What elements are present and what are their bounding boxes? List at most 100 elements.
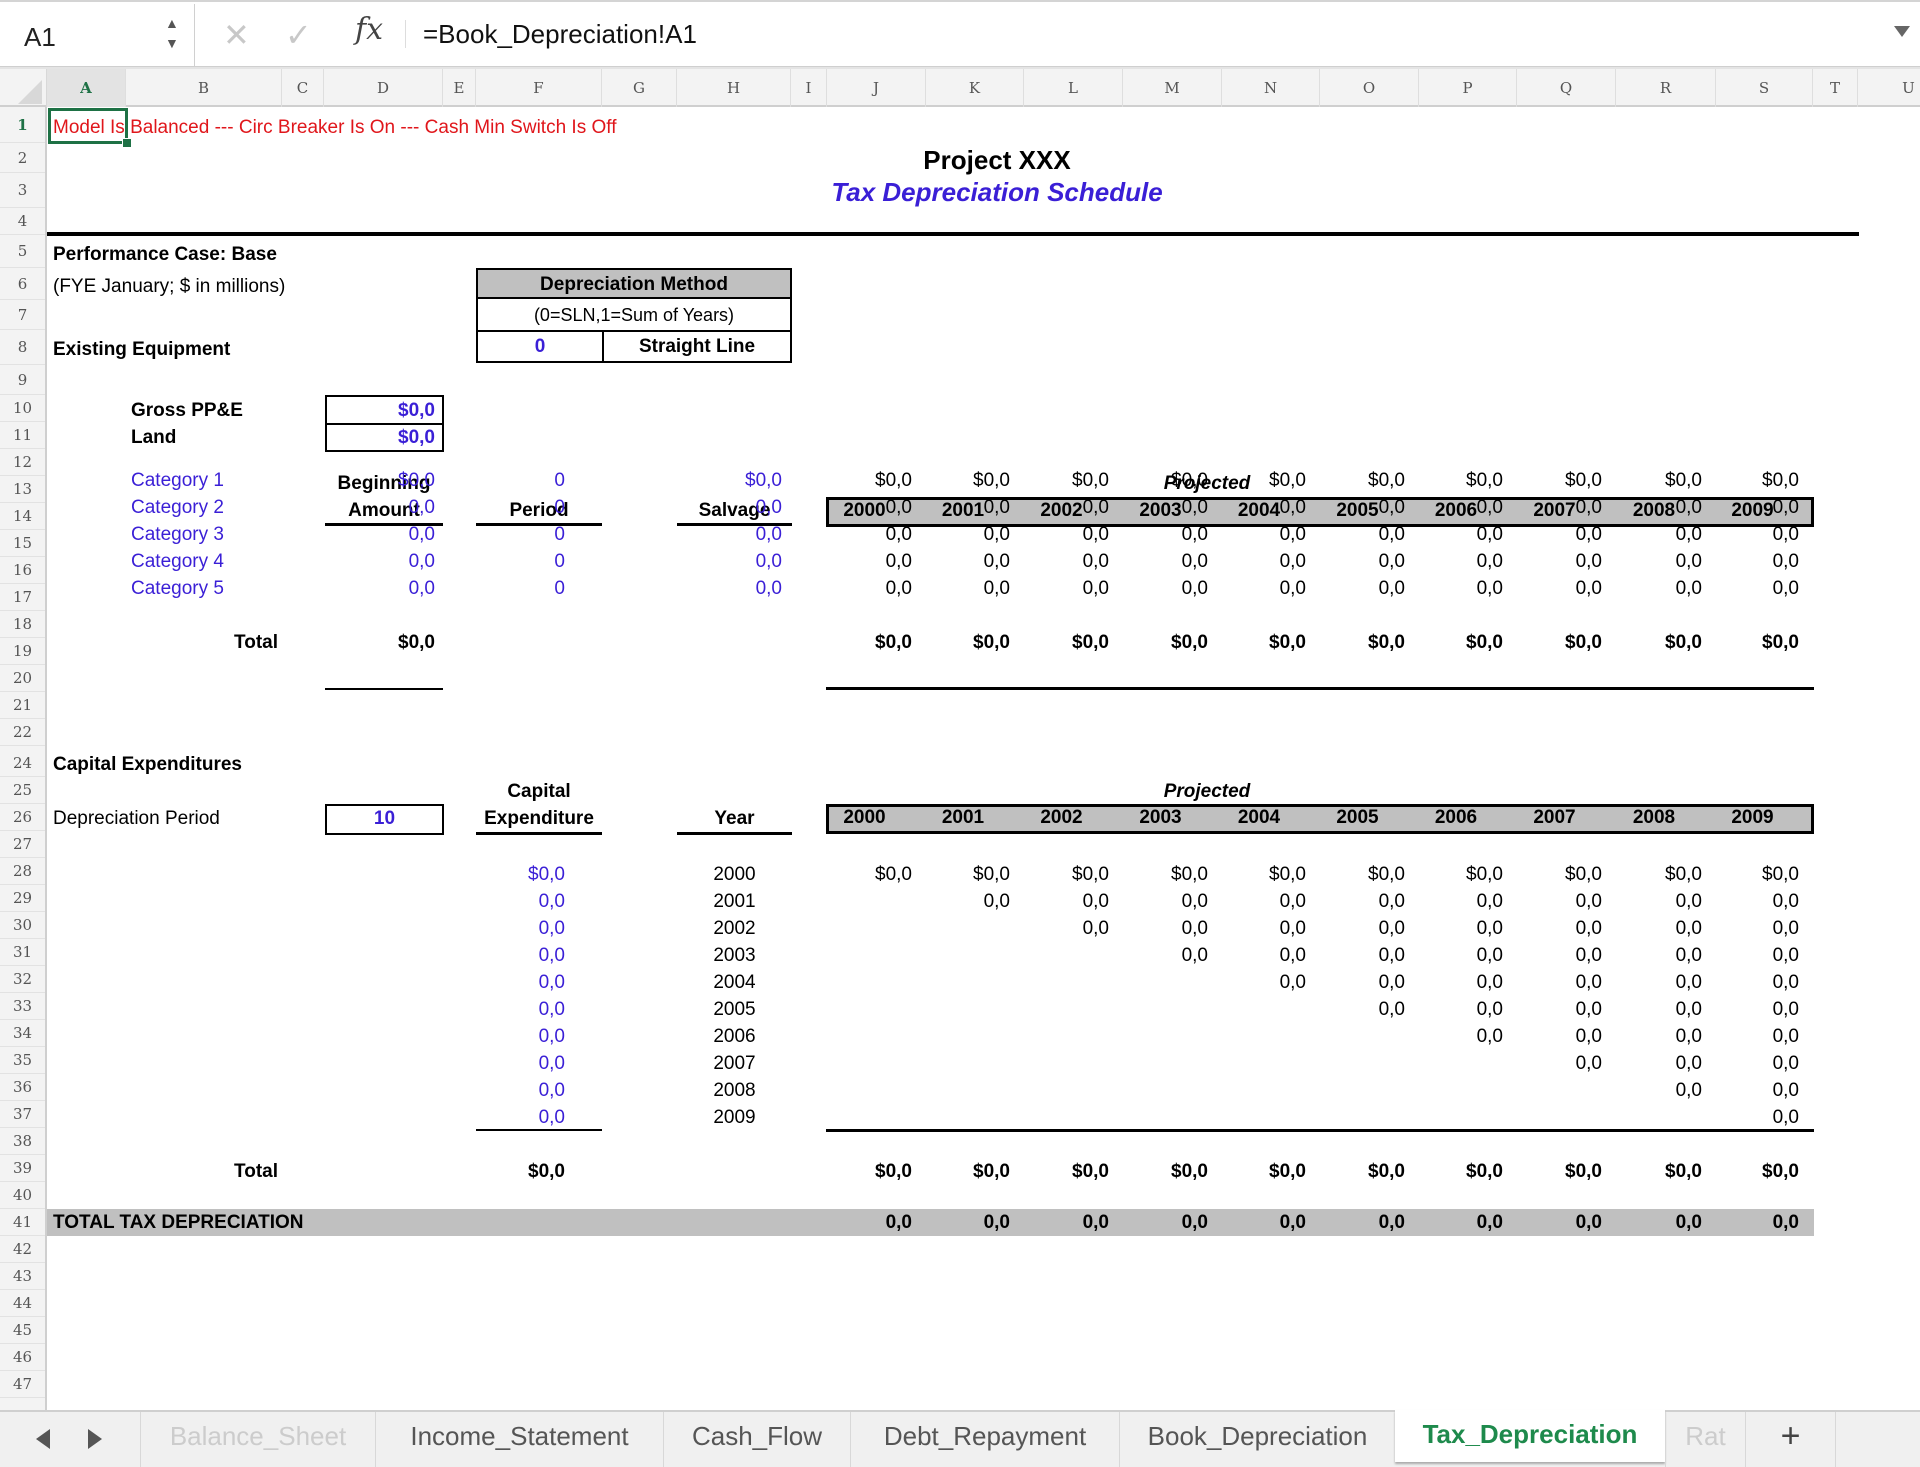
row-header-1[interactable]: 1 bbox=[0, 107, 45, 143]
period-input[interactable]: 0 bbox=[476, 551, 565, 573]
sheet-tab-tax-depreciation[interactable]: Tax_Depreciation bbox=[1395, 1410, 1665, 1462]
row-header-27[interactable]: 27 bbox=[0, 831, 45, 858]
column-header-f[interactable]: F bbox=[476, 69, 602, 107]
row-header-39[interactable]: 39 bbox=[0, 1155, 45, 1182]
row-header-29[interactable]: 29 bbox=[0, 885, 45, 912]
row-header-22[interactable]: 22 bbox=[0, 719, 45, 746]
row-header-42[interactable]: 42 bbox=[0, 1236, 45, 1263]
sheet-tab-debt-repayment[interactable]: Debt_Repayment bbox=[850, 1412, 1119, 1467]
fx-icon[interactable]: fx bbox=[355, 12, 383, 47]
row-header-36[interactable]: 36 bbox=[0, 1074, 45, 1101]
row-header-12[interactable]: 12 bbox=[0, 449, 45, 476]
fill-handle[interactable] bbox=[122, 138, 132, 148]
capex-amount-input[interactable]: 0,0 bbox=[476, 972, 565, 994]
select-all-corner[interactable] bbox=[0, 69, 47, 107]
name-box-down-icon[interactable]: ▼ bbox=[165, 36, 179, 50]
name-box-value[interactable]: A1 bbox=[24, 22, 56, 53]
name-box-up-icon[interactable]: ▲ bbox=[165, 16, 179, 30]
sheet-tab-rat[interactable]: Rat bbox=[1665, 1412, 1745, 1467]
column-header-n[interactable]: N bbox=[1222, 69, 1320, 107]
column-header-h[interactable]: H bbox=[677, 69, 791, 107]
row-header-32[interactable]: 32 bbox=[0, 966, 45, 993]
row-header-30[interactable]: 30 bbox=[0, 912, 45, 939]
sheet-tab-balance-sheet[interactable]: Balance_Sheet bbox=[140, 1412, 375, 1467]
row-header-14[interactable]: 14 bbox=[0, 503, 45, 530]
column-header-j[interactable]: J bbox=[827, 69, 926, 107]
tab-scroll-right-icon[interactable] bbox=[88, 1429, 102, 1449]
capex-amount-input[interactable]: 0,0 bbox=[476, 1026, 565, 1048]
row-header-20[interactable]: 20 bbox=[0, 665, 45, 692]
row-header-33[interactable]: 33 bbox=[0, 993, 45, 1020]
capex-amount-input[interactable]: $0,0 bbox=[476, 864, 565, 886]
row-header-28[interactable]: 28 bbox=[0, 858, 45, 885]
row-header-45[interactable]: 45 bbox=[0, 1317, 45, 1344]
row-header-13[interactable]: 13 bbox=[0, 476, 45, 503]
row-header-35[interactable]: 35 bbox=[0, 1047, 45, 1074]
column-header-k[interactable]: K bbox=[926, 69, 1024, 107]
period-input[interactable]: 0 bbox=[476, 470, 565, 492]
row-header-24[interactable]: 24 bbox=[0, 750, 45, 777]
beginning-amount-input[interactable]: 0,0 bbox=[325, 578, 435, 600]
depreciation-period-input[interactable]: 10 bbox=[325, 808, 444, 830]
cancel-icon[interactable]: ✕ bbox=[223, 16, 250, 54]
row-header-15[interactable]: 15 bbox=[0, 530, 45, 557]
row-header-6[interactable]: 6 bbox=[0, 268, 45, 300]
capex-amount-input[interactable]: 0,0 bbox=[476, 1080, 565, 1102]
row-header-34[interactable]: 34 bbox=[0, 1020, 45, 1047]
formula-input[interactable]: =Book_Depreciation!A1 bbox=[423, 19, 697, 50]
row-header-3[interactable]: 3 bbox=[0, 173, 45, 208]
capex-amount-input[interactable]: 0,0 bbox=[476, 1053, 565, 1075]
salvage-input[interactable]: 0,0 bbox=[677, 578, 782, 600]
tab-scroll-left-icon[interactable] bbox=[36, 1429, 50, 1449]
capex-amount-input[interactable]: 0,0 bbox=[476, 1107, 565, 1129]
column-header-a[interactable]: A bbox=[47, 69, 126, 107]
row-header-38[interactable]: 38 bbox=[0, 1128, 45, 1155]
column-header-u[interactable]: U bbox=[1858, 69, 1920, 107]
row-header-18[interactable]: 18 bbox=[0, 611, 45, 638]
sheet-tab-book-depreciation[interactable]: Book_Depreciation bbox=[1119, 1412, 1395, 1467]
column-header-l[interactable]: L bbox=[1024, 69, 1123, 107]
beginning-amount-input[interactable]: 0,0 bbox=[325, 524, 435, 546]
row-header-31[interactable]: 31 bbox=[0, 939, 45, 966]
row-header-17[interactable]: 17 bbox=[0, 584, 45, 611]
column-header-p[interactable]: P bbox=[1419, 69, 1517, 107]
salvage-input[interactable]: 0,0 bbox=[677, 497, 782, 519]
row-header-19[interactable]: 19 bbox=[0, 638, 45, 665]
beginning-amount-input[interactable]: $0,0 bbox=[325, 470, 435, 492]
row-header-37[interactable]: 37 bbox=[0, 1101, 45, 1128]
depreciation-method-input[interactable]: 0 bbox=[478, 336, 602, 358]
row-header-47[interactable]: 47 bbox=[0, 1371, 45, 1398]
column-header-m[interactable]: M bbox=[1123, 69, 1222, 107]
row-header-5[interactable]: 5 bbox=[0, 235, 45, 268]
sheet-tab-cash-flow[interactable]: Cash_Flow bbox=[663, 1412, 850, 1467]
column-header-c[interactable]: C bbox=[282, 69, 324, 107]
row-header-41[interactable]: 41 bbox=[0, 1209, 45, 1236]
period-input[interactable]: 0 bbox=[476, 578, 565, 600]
column-header-s[interactable]: S bbox=[1716, 69, 1813, 107]
capex-amount-input[interactable]: 0,0 bbox=[476, 918, 565, 940]
name-box[interactable]: A1 ▲ ▼ bbox=[0, 4, 195, 66]
column-header-g[interactable]: G bbox=[602, 69, 677, 107]
column-header-b[interactable]: B bbox=[126, 69, 282, 107]
add-sheet-button[interactable]: + bbox=[1745, 1412, 1835, 1467]
column-header-r[interactable]: R bbox=[1616, 69, 1716, 107]
sheet-tab-income-statement[interactable]: Income_Statement bbox=[375, 1412, 663, 1467]
beginning-amount-input[interactable]: 0,0 bbox=[325, 551, 435, 573]
row-header-2[interactable]: 2 bbox=[0, 143, 45, 173]
capex-amount-input[interactable]: 0,0 bbox=[476, 891, 565, 913]
column-header-i[interactable]: I bbox=[791, 69, 827, 107]
column-header-o[interactable]: O bbox=[1320, 69, 1419, 107]
row-header-43[interactable]: 43 bbox=[0, 1263, 45, 1290]
row-header-9[interactable]: 9 bbox=[0, 365, 45, 395]
land-input[interactable]: $0,0 bbox=[325, 427, 435, 449]
row-header-16[interactable]: 16 bbox=[0, 557, 45, 584]
gross-ppe-input[interactable]: $0,0 bbox=[325, 400, 435, 422]
row-header-40[interactable]: 40 bbox=[0, 1182, 45, 1209]
row-header-7[interactable]: 7 bbox=[0, 300, 45, 330]
confirm-icon[interactable]: ✓ bbox=[285, 16, 312, 54]
column-header-e[interactable]: E bbox=[443, 69, 476, 107]
row-header-44[interactable]: 44 bbox=[0, 1290, 45, 1317]
row-header-4[interactable]: 4 bbox=[0, 208, 45, 235]
row-header-8[interactable]: 8 bbox=[0, 330, 45, 365]
capex-amount-input[interactable]: 0,0 bbox=[476, 999, 565, 1021]
